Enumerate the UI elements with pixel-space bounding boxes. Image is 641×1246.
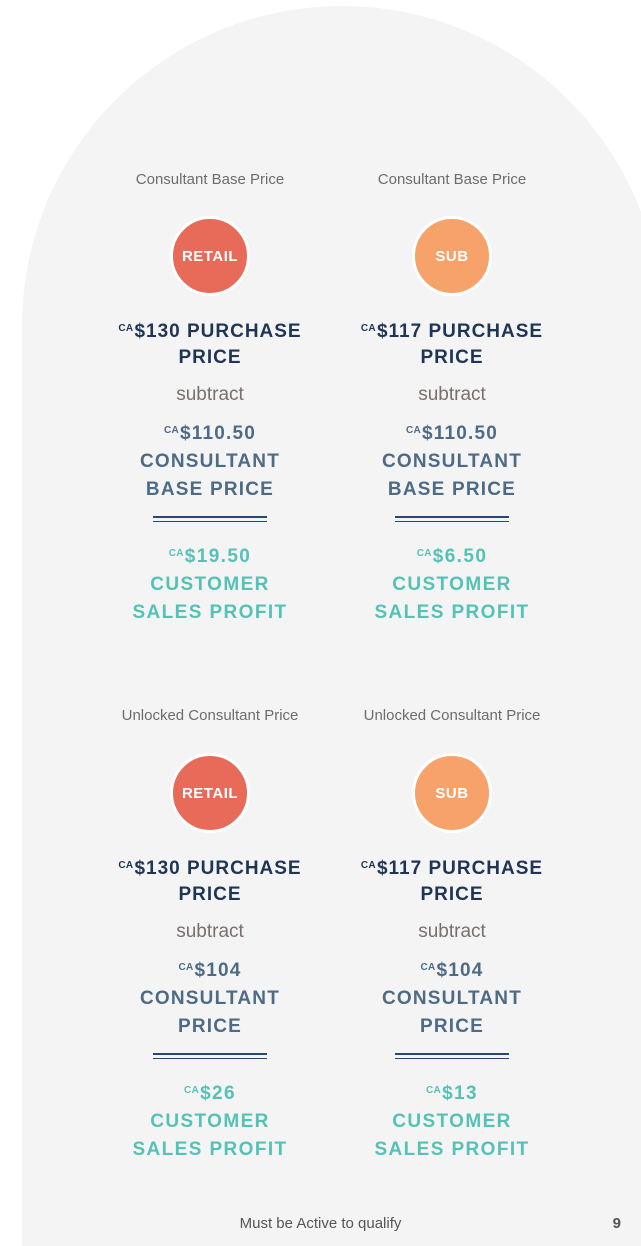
currency-superscript: CA [405, 425, 421, 436]
profit-label-line2: SALES PROFIT [132, 1139, 288, 1160]
purchase-price: CA$117 PURCHASE PRICE [332, 316, 572, 371]
purchase-label: PRICE [420, 884, 484, 905]
subtract-label: subtract [176, 921, 244, 942]
consultant-label-line1: CONSULTANT [139, 988, 281, 1009]
retail-badge: RETAIL [170, 753, 250, 833]
section-label: Consultant Base Price [135, 171, 285, 188]
consultant-label-line2: BASE PRICE [145, 479, 275, 500]
purchase-amount: $117 PURCHASE [376, 321, 544, 342]
profit-label-line2: SALES PROFIT [132, 602, 288, 623]
consultant-price: CA$110.50 CONSULTANT BASE PRICE [332, 417, 572, 504]
currency-superscript: CA [168, 548, 184, 559]
customer-sales-profit: CA$26 CUSTOMER SALES PROFIT [90, 1077, 330, 1164]
page-number: 9 [612, 1215, 621, 1232]
consultant-label-line2: BASE PRICE [387, 479, 517, 500]
purchase-amount: $130 PURCHASE [134, 858, 302, 879]
footer-note: Must be Active to qualify [239, 1215, 402, 1232]
price-column-sub: SUB CA$117 PURCHASE PRICE subtract CA$11… [332, 216, 572, 627]
currency-superscript: CA [184, 1085, 200, 1096]
purchase-price: CA$117 PURCHASE PRICE [332, 853, 572, 908]
equals-divider [153, 1053, 267, 1059]
consultant-amount: $104 [436, 960, 484, 981]
profit-label-line1: CUSTOMER [150, 1111, 270, 1132]
equals-divider [395, 1053, 509, 1059]
retail-badge: RETAIL [170, 216, 250, 296]
sub-badge: SUB [412, 216, 492, 296]
sub-badge: SUB [412, 753, 492, 833]
currency-superscript: CA [163, 425, 179, 436]
consultant-price: CA$104 CONSULTANT PRICE [332, 954, 572, 1041]
profit-amount: $19.50 [184, 546, 252, 567]
profit-label-line1: CUSTOMER [392, 574, 512, 595]
consultant-label-line2: PRICE [177, 1016, 243, 1037]
consultant-amount: $110.50 [180, 423, 257, 444]
consultant-amount: $104 [194, 960, 242, 981]
currency-superscript: CA [416, 548, 432, 559]
currency-superscript: CA [426, 1085, 442, 1096]
currency-superscript: CA [420, 962, 436, 973]
customer-sales-profit: CA$19.50 CUSTOMER SALES PROFIT [90, 540, 330, 627]
consultant-label-line1: CONSULTANT [139, 451, 281, 472]
profit-label-line1: CUSTOMER [150, 574, 270, 595]
subtract-label: subtract [418, 921, 486, 942]
purchase-amount: $117 PURCHASE [376, 858, 544, 879]
customer-sales-profit: CA$6.50 CUSTOMER SALES PROFIT [332, 540, 572, 627]
profit-amount: $6.50 [432, 546, 488, 567]
price-column-sub: SUB CA$117 PURCHASE PRICE subtract CA$10… [332, 753, 572, 1164]
currency-superscript: CA [118, 860, 134, 871]
consultant-label-line1: CONSULTANT [381, 988, 523, 1009]
purchase-amount: $130 PURCHASE [134, 321, 302, 342]
purchase-price: CA$130 PURCHASE PRICE [90, 853, 330, 908]
equals-divider [153, 516, 267, 522]
profit-amount: $26 [200, 1083, 236, 1104]
currency-superscript: CA [360, 323, 376, 334]
consultant-label-line2: PRICE [419, 1016, 485, 1037]
price-column-retail: RETAIL CA$130 PURCHASE PRICE subtract CA… [90, 753, 330, 1164]
consultant-amount: $110.50 [422, 423, 499, 444]
currency-superscript: CA [360, 860, 376, 871]
consultant-price: CA$104 CONSULTANT PRICE [90, 954, 330, 1041]
purchase-label: PRICE [178, 347, 242, 368]
section-label: Unlocked Consultant Price [121, 707, 299, 724]
currency-superscript: CA [178, 962, 194, 973]
price-column-retail: RETAIL CA$130 PURCHASE PRICE subtract CA… [90, 216, 330, 627]
customer-sales-profit: CA$13 CUSTOMER SALES PROFIT [332, 1077, 572, 1164]
consultant-label-line1: CONSULTANT [381, 451, 523, 472]
purchase-price: CA$130 PURCHASE PRICE [90, 316, 330, 371]
profit-amount: $13 [442, 1083, 478, 1104]
profit-label-line2: SALES PROFIT [374, 602, 530, 623]
purchase-label: PRICE [178, 884, 242, 905]
equals-divider [395, 516, 509, 522]
consultant-price: CA$110.50 CONSULTANT BASE PRICE [90, 417, 330, 504]
subtract-label: subtract [418, 384, 486, 405]
currency-superscript: CA [118, 323, 134, 334]
profit-label-line1: CUSTOMER [392, 1111, 512, 1132]
profit-label-line2: SALES PROFIT [374, 1139, 530, 1160]
subtract-label: subtract [176, 384, 244, 405]
section-label: Consultant Base Price [377, 171, 527, 188]
purchase-label: PRICE [420, 347, 484, 368]
section-label: Unlocked Consultant Price [363, 707, 541, 724]
